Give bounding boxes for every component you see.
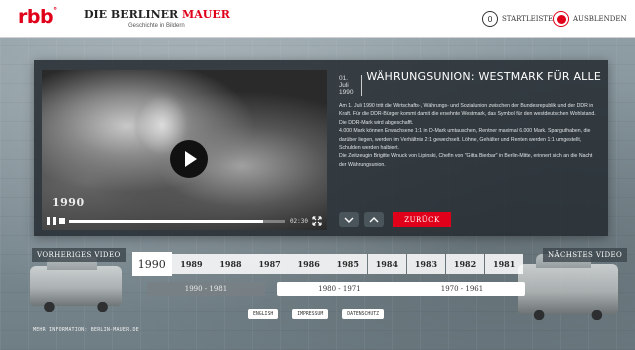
article-paragraph: 4.000 Mark können Erwachsene 1:1 in D-Ma… bbox=[339, 128, 591, 152]
footer-links: ENGLISH IMPRESSUM DATENSCHUTZ bbox=[248, 309, 398, 319]
startleiste-label: STARTLEISTE bbox=[502, 15, 554, 23]
scroll-up-button[interactable] bbox=[364, 212, 384, 227]
progress-fill bbox=[69, 219, 264, 223]
video-controls: 02:30 bbox=[42, 212, 327, 230]
next-video-button[interactable]: NÄCHSTES VIDEO bbox=[543, 248, 628, 262]
chevron-up-icon bbox=[369, 216, 379, 222]
ausblenden-label: AUSBLENDEN bbox=[573, 15, 627, 23]
article-paragraph: Am 1. Juli 1990 tritt die Wirtschafts-, … bbox=[339, 103, 596, 126]
trabant-car-image-right bbox=[518, 254, 618, 320]
year-selector: 1990 1989 1988 1987 1986 1985 1984 1983 … bbox=[132, 252, 524, 276]
scroll-down-button[interactable] bbox=[339, 212, 359, 227]
record-dot-icon bbox=[553, 11, 569, 27]
header-bar: rbb° DIE BERLINER MAUER Geschichte in Bi… bbox=[0, 0, 635, 38]
content-panel: 1990 02:30 01. Juli 1990 WÄHRUNGSUNION: … bbox=[34, 60, 608, 236]
pause-icon[interactable] bbox=[47, 217, 56, 225]
ausblenden-button[interactable]: AUSBLENDEN bbox=[553, 10, 627, 28]
article-nav: ZURÜCK bbox=[339, 212, 451, 227]
range-1980-1971[interactable]: 1980 - 1971 bbox=[277, 282, 402, 296]
more-info-link[interactable]: MEHR INFORMATION: BERLIN-MAUER.DE bbox=[33, 327, 139, 333]
year-1989[interactable]: 1989 bbox=[172, 254, 211, 274]
rbb-logo-mark: ° bbox=[53, 6, 57, 15]
video-year-overlay: 1990 bbox=[52, 196, 85, 209]
article-header: 01. Juli 1990 WÄHRUNGSUNION: WESTMARK FÜ… bbox=[339, 70, 601, 96]
article-info: 01. Juli 1990 WÄHRUNGSUNION: WESTMARK FÜ… bbox=[339, 70, 601, 169]
year-1987[interactable]: 1987 bbox=[250, 254, 289, 274]
stop-icon[interactable] bbox=[59, 218, 65, 224]
year-1982[interactable]: 1982 bbox=[445, 254, 485, 274]
video-player[interactable]: 1990 02:30 bbox=[42, 70, 327, 230]
fullscreen-icon[interactable] bbox=[312, 216, 322, 226]
range-1990-1981[interactable]: 1990 - 1981 bbox=[147, 282, 265, 296]
article-body: Am 1. Juli 1990 tritt die Wirtschafts-, … bbox=[339, 102, 601, 169]
back-button[interactable]: ZURÜCK bbox=[393, 212, 451, 227]
rbb-logo[interactable]: rbb° bbox=[18, 6, 57, 28]
startleiste-button[interactable]: 0 STARTLEISTE bbox=[482, 10, 553, 28]
year-1986[interactable]: 1986 bbox=[289, 254, 328, 274]
video-time: 02:30 bbox=[289, 217, 308, 225]
year-1984[interactable]: 1984 bbox=[367, 254, 407, 274]
article-title: WÄHRUNGSUNION: WESTMARK FÜR ALLE bbox=[366, 70, 601, 83]
play-button[interactable] bbox=[170, 140, 208, 178]
english-link[interactable]: ENGLISH bbox=[248, 309, 279, 319]
site-title-part2: MAUER bbox=[182, 8, 230, 21]
year-1985[interactable]: 1985 bbox=[328, 254, 368, 274]
previous-video-button[interactable]: VORHERIGES VIDEO bbox=[32, 248, 126, 262]
progress-bar[interactable] bbox=[69, 219, 285, 223]
decade-ranges: 1990 - 1981 1980 - 1971 1970 - 1961 bbox=[147, 282, 527, 298]
year-1988[interactable]: 1988 bbox=[211, 254, 250, 274]
year-1983[interactable]: 1983 bbox=[406, 254, 446, 274]
impressum-link[interactable]: IMPRESSUM bbox=[292, 309, 329, 319]
datenschutz-link[interactable]: DATENSCHUTZ bbox=[342, 309, 384, 319]
rbb-logo-text: rbb bbox=[18, 6, 54, 28]
site-title-part1: DIE BERLINER bbox=[84, 8, 179, 21]
trabant-car-image-left bbox=[30, 256, 122, 312]
counter-circle-icon: 0 bbox=[482, 11, 498, 27]
year-1990[interactable]: 1990 bbox=[132, 252, 172, 276]
year-1981[interactable]: 1981 bbox=[484, 254, 524, 274]
site-subtitle: Geschichte in Bildern bbox=[128, 23, 185, 29]
chevron-down-icon bbox=[344, 217, 354, 223]
article-date: 01. Juli 1990 bbox=[339, 75, 363, 96]
site-title[interactable]: DIE BERLINER MAUER bbox=[84, 8, 230, 21]
article-paragraph: Die Zeitzeugin Brigitte Wnuck von Lipins… bbox=[339, 153, 593, 168]
range-1970-1961[interactable]: 1970 - 1961 bbox=[399, 282, 525, 296]
